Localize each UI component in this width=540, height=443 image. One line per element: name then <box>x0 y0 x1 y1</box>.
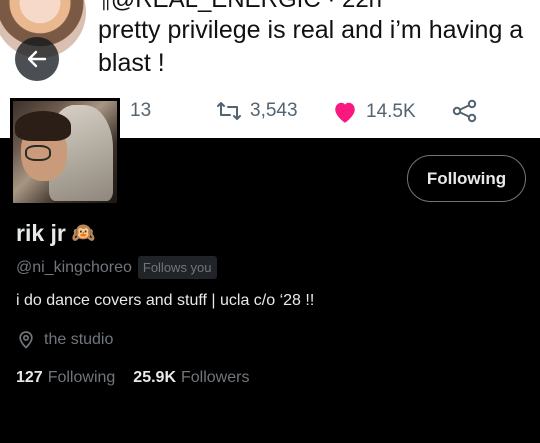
profile-handle: @ni_kingchoreo <box>16 258 132 276</box>
back-arrow-icon <box>27 50 47 68</box>
following-button[interactable]: Following <box>407 155 526 202</box>
banner-reply-count: 13 <box>130 100 152 121</box>
profile-avatar[interactable] <box>10 98 120 206</box>
following-count: 127 <box>16 369 43 386</box>
profile-name-row: rik jr 🙉 <box>16 220 96 247</box>
avatar-glasses-shape <box>25 145 51 161</box>
banner-retweet-stat: 3,543 <box>216 100 298 122</box>
banner-retweet-count: 3,543 <box>250 100 298 121</box>
followers-count-link[interactable]: 25.9K Followers <box>133 369 249 387</box>
banner-tweet-text: pretty privilege is real and i’m having … <box>98 16 524 77</box>
profile-location-row: the studio <box>16 330 113 350</box>
back-button[interactable] <box>15 37 59 81</box>
display-name: rik jr <box>16 220 66 246</box>
follows-you-badge: Follows you <box>137 256 217 279</box>
banner-tweet-handle: ¶@REAL_ENERGIC · 22h <box>98 0 382 14</box>
followers-label: Followers <box>181 369 250 386</box>
profile-handle-row: @ni_kingchoreo Follows you <box>16 256 217 279</box>
avatar-hair-shape <box>15 111 71 141</box>
banner-like-count: 14.5K <box>366 101 416 122</box>
profile-bio: i do dance covers and stuff | ucla c/o ‘… <box>16 292 315 309</box>
banner-like-stat: 14.5K <box>332 100 416 124</box>
following-label: Following <box>47 369 116 386</box>
hear-no-evil-monkey-icon: 🙉 <box>71 223 96 244</box>
share-icon <box>452 99 477 123</box>
heart-icon <box>335 102 355 123</box>
profile-location: the studio <box>44 331 114 348</box>
retweet-icon <box>217 102 241 120</box>
location-pin-icon <box>19 331 33 349</box>
profile-counts: 127 Following 25.9K Followers <box>16 369 249 387</box>
followers-count: 25.9K <box>133 369 176 386</box>
following-count-link[interactable]: 127 Following <box>16 369 115 387</box>
banner-share-stat <box>452 99 478 123</box>
